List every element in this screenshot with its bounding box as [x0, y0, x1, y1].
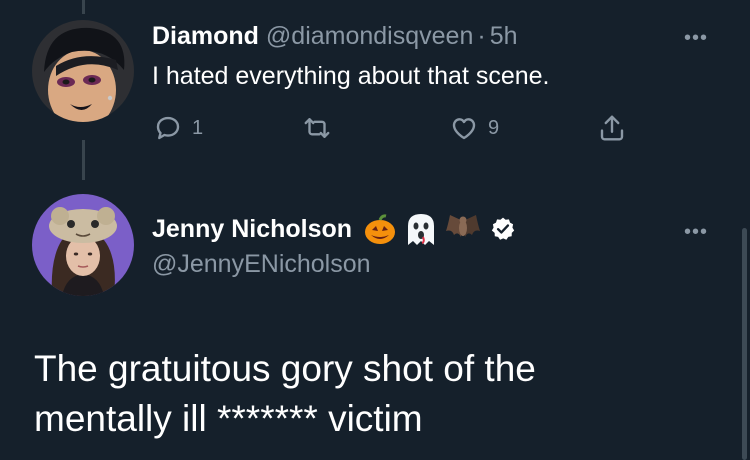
handle-diamond[interactable]: @diamondisqveen: [266, 22, 473, 50]
verified-badge-icon: [491, 217, 515, 240]
timestamp[interactable]: 5h: [490, 22, 518, 50]
ghost-icon: [408, 214, 435, 245]
tweet-text-line-2: mentally ill ******* victim: [34, 398, 423, 439]
reply-count: 1: [192, 116, 204, 139]
reply-icon: [156, 116, 180, 140]
scrollbar[interactable]: [742, 228, 747, 460]
share-icon: [600, 115, 624, 141]
more-options-reply[interactable]: •••: [684, 28, 708, 48]
avatar-jenny[interactable]: [32, 194, 134, 296]
main-tweet-text: The gratuitous gory shot of the mentally…: [34, 344, 536, 444]
display-name-diamond[interactable]: Diamond: [152, 22, 259, 50]
display-name-jenny[interactable]: Jenny Nicholson: [152, 215, 352, 244]
thread-line-top: [82, 0, 85, 14]
reply-text: I hated everything about that scene.: [152, 62, 550, 90]
reply-header: Diamond @diamondisqveen · 5h: [152, 22, 518, 51]
bat-icon: [446, 215, 481, 237]
heart-icon: [452, 118, 476, 140]
jack-o-lantern-icon: [365, 214, 396, 244]
like-count: 9: [488, 116, 500, 139]
more-options-main[interactable]: •••: [684, 222, 708, 242]
thread-line-bottom: [82, 140, 85, 180]
dot-separator: ·: [477, 22, 486, 50]
retweet-button[interactable]: [300, 113, 342, 143]
reply-button[interactable]: 1: [152, 113, 203, 143]
retweet-icon: [304, 118, 330, 138]
handle-jenny[interactable]: @JennyENicholson: [152, 250, 371, 279]
share-button[interactable]: [596, 113, 628, 143]
avatar-diamond[interactable]: [32, 20, 134, 122]
main-header: Jenny Nicholson: [152, 210, 516, 248]
tweet-text-line-1: The gratuitous gory shot of the: [34, 348, 536, 389]
like-button[interactable]: 9: [448, 113, 499, 143]
